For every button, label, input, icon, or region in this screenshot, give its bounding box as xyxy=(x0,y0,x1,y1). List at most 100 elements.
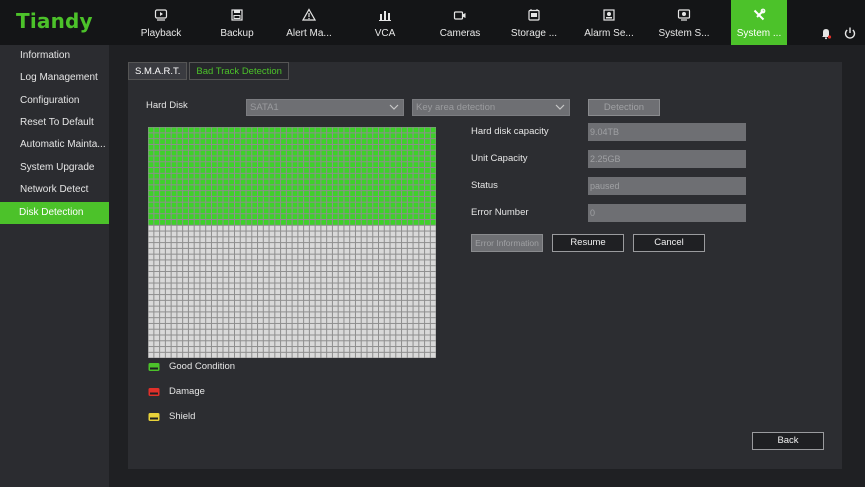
disk-block-cell xyxy=(373,260,378,266)
disk-block-cell xyxy=(177,144,183,150)
disk-block-cell xyxy=(165,266,171,271)
cancel-button[interactable]: Cancel xyxy=(633,234,705,252)
disk-block-cell xyxy=(390,312,396,318)
nav-item-backup[interactable]: Backup xyxy=(205,0,269,45)
detection-mode-select[interactable]: Key area detection xyxy=(412,99,570,116)
disk-block-cell xyxy=(355,248,361,254)
nav-item-playback[interactable]: Playback xyxy=(129,0,193,45)
disk-block-cell xyxy=(379,168,384,173)
disk-block-cell xyxy=(240,306,246,312)
disk-block-cell xyxy=(269,329,275,335)
sidebar-item-configuration[interactable]: Configuration xyxy=(0,90,109,112)
disk-block-cell xyxy=(344,318,350,323)
disk-block-cell xyxy=(430,144,436,150)
sidebar-item-reset-to-default[interactable]: Reset To Default xyxy=(0,112,109,134)
disk-block-cell xyxy=(171,318,177,323)
disk-block-cell xyxy=(171,323,177,329)
sidebar-item-system-upgrade[interactable]: System Upgrade xyxy=(0,157,109,179)
disk-block-cell xyxy=(309,127,315,133)
disk-block-cell xyxy=(281,318,286,323)
disk-block-cell xyxy=(327,185,332,191)
nav-item-alert-ma[interactable]: Alert Ma... xyxy=(277,0,341,45)
disk-block-cell xyxy=(344,225,350,231)
disk-block-cell xyxy=(425,168,430,173)
disk-block-cell xyxy=(188,179,194,185)
disk-block-cell xyxy=(332,214,338,219)
disk-block-cell xyxy=(160,300,165,306)
disk-block-cell xyxy=(183,225,188,231)
disk-block-cell xyxy=(275,300,281,306)
bell-icon[interactable] xyxy=(819,26,833,40)
disk-block-cell xyxy=(246,225,252,231)
disk-block-cell xyxy=(171,173,177,179)
sidebar-item-disk-detection[interactable]: Disk Detection xyxy=(0,202,109,224)
disk-block-cell xyxy=(309,214,315,219)
disk-block-cell xyxy=(177,237,183,243)
disk-block-cell xyxy=(384,237,390,243)
disk-block-cell xyxy=(407,127,413,133)
disk-block-cell xyxy=(200,352,206,358)
disk-block-cell xyxy=(200,127,206,133)
disk-block-cell xyxy=(160,277,165,283)
detection-button[interactable]: Detection xyxy=(588,99,660,116)
disk-block-cell xyxy=(269,196,275,202)
nav-item-cameras[interactable]: Cameras xyxy=(428,0,492,45)
disk-block-cell xyxy=(350,191,355,196)
disk-block-cell xyxy=(292,208,298,214)
disk-block-cell xyxy=(425,196,430,202)
disk-block-cell xyxy=(183,168,188,173)
disk-block-cell xyxy=(275,318,281,323)
disk-block-cell xyxy=(160,341,165,347)
disk-block-cell xyxy=(430,318,436,323)
disk-block-cell xyxy=(321,283,327,289)
disk-block-cell xyxy=(258,329,263,335)
disk-block-cell xyxy=(355,191,361,196)
nav-item-system[interactable]: System ... xyxy=(731,0,787,45)
disk-block-cell xyxy=(309,162,315,168)
disk-block-cell xyxy=(367,266,373,271)
disk-block-cell xyxy=(350,185,355,191)
disk-block-cell xyxy=(384,248,390,254)
disk-block-cell xyxy=(177,133,183,139)
disk-block-cell xyxy=(235,173,240,179)
disk-block-cell xyxy=(384,208,390,214)
disk-block-cell xyxy=(200,231,206,237)
disk-block-cell xyxy=(425,283,430,289)
disk-block-cell xyxy=(194,312,200,318)
disk-block-cell xyxy=(165,191,171,196)
disk-block-cell xyxy=(367,271,373,277)
disk-block-cell xyxy=(373,202,378,208)
disk-block-cell xyxy=(275,220,281,225)
disk-block-cell xyxy=(430,266,436,271)
disk-block-cell xyxy=(211,323,217,329)
disk-block-cell xyxy=(286,202,292,208)
tab-bad-track-detection[interactable]: Bad Track Detection xyxy=(189,62,289,80)
disk-block-cell xyxy=(183,243,188,248)
disk-block-cell xyxy=(188,150,194,156)
back-button[interactable]: Back xyxy=(752,432,824,450)
sidebar-item-network-detect[interactable]: Network Detect xyxy=(0,179,109,201)
disk-block-cell xyxy=(240,162,246,168)
disk-block-cell xyxy=(430,260,436,266)
sidebar-item-automatic-mainta[interactable]: Automatic Mainta... xyxy=(0,134,109,156)
sidebar-item-information[interactable]: Information xyxy=(0,45,109,67)
disk-block-cell xyxy=(258,318,263,323)
disk-block-cell xyxy=(165,306,171,312)
nav-item-storage[interactable]: Storage ... xyxy=(502,0,566,45)
resume-button[interactable]: Resume xyxy=(552,234,624,252)
disk-block-cell xyxy=(379,323,384,329)
nav-item-vca[interactable]: VCA xyxy=(353,0,417,45)
disk-block-cell xyxy=(315,127,321,133)
power-icon[interactable] xyxy=(843,26,857,40)
hard-disk-select[interactable]: SATA1 xyxy=(246,99,404,116)
disk-block-cell xyxy=(240,248,246,254)
disk-block-cell xyxy=(275,237,281,243)
nav-item-system-s[interactable]: System S... xyxy=(652,0,716,45)
disk-block-cell xyxy=(304,156,309,162)
tab-smart[interactable]: S.M.A.R.T. xyxy=(128,62,188,80)
error-information-button[interactable]: Error Information xyxy=(471,234,543,252)
disk-block-cell xyxy=(338,260,344,266)
nav-item-alarm-se[interactable]: Alarm Se... xyxy=(577,0,641,45)
disk-block-cell xyxy=(217,248,223,254)
sidebar-item-log-management[interactable]: Log Management xyxy=(0,67,109,89)
